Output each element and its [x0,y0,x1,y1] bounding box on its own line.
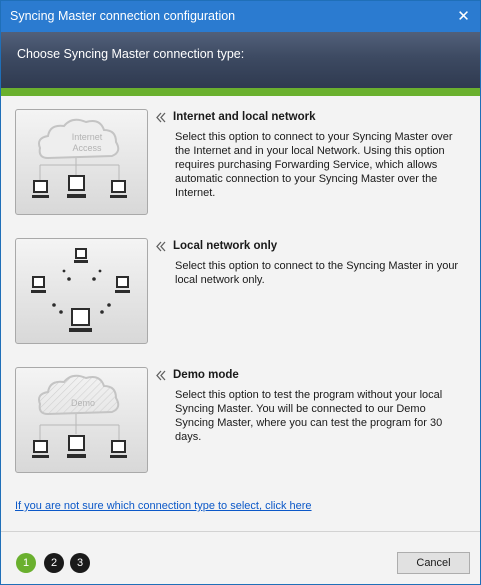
option-title: Demo mode [173,369,239,381]
option-description: Select this option to test the program w… [175,389,443,443]
step-indicator-2: 2 [44,553,64,573]
option-description: Select this option to connect to your Sy… [175,131,453,199]
local-network-icon [31,248,130,332]
option-title: Local network only [173,240,278,252]
option-local-network-only[interactable]: Local network only Select this option to… [15,238,471,344]
option-demo-mode[interactable]: Demo Demo mode Select this option to tes… [15,367,471,473]
content-area: Internet Access Internet and local netwo… [1,96,480,531]
close-icon[interactable]: ✕ [447,1,480,32]
title-bar: Syncing Master connection configuration … [1,1,480,32]
footer: 1 2 3 Cancel [1,531,480,584]
option-description: Select this option to connect to the Syn… [175,260,459,286]
chevron-left-icon [156,241,168,253]
option-internet-and-local[interactable]: Internet Access Internet and local netwo… [15,109,471,215]
cloud-label-internet: Internet [72,132,103,142]
cloud-label-demo: Demo [71,398,95,408]
accent-bar [1,88,480,96]
dialog-window: Syncing Master connection configuration … [0,0,481,585]
internet-network-illustration: Internet Access [15,109,148,215]
help-link[interactable]: If you are not sure which connection typ… [15,500,312,512]
demo-mode-illustration: Demo [15,367,148,473]
local-network-illustration [15,238,148,344]
cancel-button[interactable]: Cancel [397,552,470,574]
step-indicator-3: 3 [70,553,90,573]
chevron-left-icon [156,112,168,124]
window-title: Syncing Master connection configuration [10,9,236,23]
header-banner: Choose Syncing Master connection type: [1,32,480,88]
cloud-label-access: Access [72,143,102,153]
chevron-left-icon [156,370,168,382]
internet-cloud-network-icon: Internet Access [32,118,127,198]
demo-cloud-network-icon: Demo [32,374,127,458]
page-heading: Choose Syncing Master connection type: [17,47,245,61]
step-indicator-1: 1 [16,553,36,573]
option-title: Internet and local network [173,111,316,123]
